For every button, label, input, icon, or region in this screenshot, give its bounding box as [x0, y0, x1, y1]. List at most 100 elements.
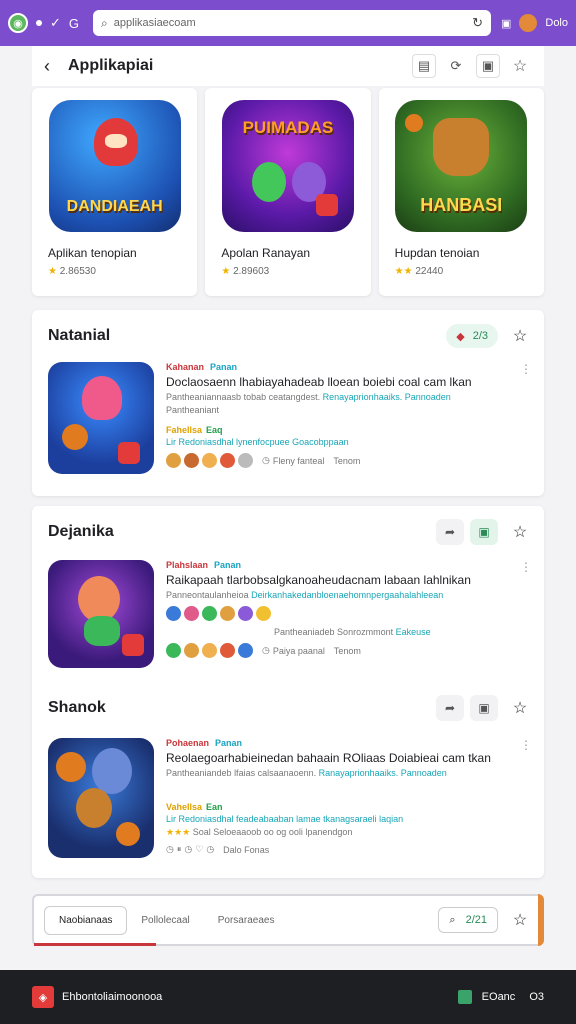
category-tag[interactable]: Panan: [210, 362, 237, 372]
app-highlight[interactable]: Pannoaden: [405, 392, 451, 402]
user-label[interactable]: Dolo: [545, 17, 568, 29]
app-subtitle: Pantheaniandeb lfaias calsaanaoenn.: [166, 768, 317, 778]
brand-logo-icon[interactable]: ◈: [32, 986, 54, 1008]
url-bar[interactable]: ⌕ applikasiaecoam ↻: [93, 10, 491, 36]
app-icon[interactable]: HANBASI: [395, 100, 528, 232]
app-info: Plahslaan Panan Raikapaah tlarbobsalgkano…: [154, 560, 532, 668]
avatar: [220, 453, 235, 468]
avatar: [202, 453, 217, 468]
feature-tag[interactable]: Eaq: [206, 425, 223, 435]
feature-list: Lir Redoniasdhal feadeabaaban lamae tkan…: [166, 814, 404, 824]
search-button[interactable]: ⌕ 2/21: [438, 907, 498, 933]
checkmark-icon[interactable]: ✓: [50, 15, 61, 31]
meta-line: Pantheaniadeb Sonrozmmont Eakeuse: [274, 627, 431, 637]
url-text[interactable]: applikasiaecoam: [114, 17, 472, 29]
bookmark-icon[interactable]: ▣: [470, 519, 498, 545]
app-highlight[interactable]: Deirkanhakedanbloenaehomnpergaahalahleea…: [251, 590, 443, 600]
category-tag[interactable]: Panan: [215, 738, 242, 748]
more-menu-icon[interactable]: ⋮: [520, 738, 532, 752]
pause-icon: ⏸: [176, 844, 182, 854]
app-meta: ◷ Paiya paanal Tenom: [166, 643, 532, 658]
count-pill[interactable]: ◆ 2/3: [446, 324, 498, 348]
app-icon[interactable]: [48, 362, 154, 474]
app-name[interactable]: Apolan Ranayan: [221, 246, 354, 260]
app-highlight[interactable]: Renayaprionhaaiks.: [323, 392, 403, 402]
app-title[interactable]: Raikapaah tlarbobsalgkanoaheudacnam laba…: [166, 573, 532, 587]
category-tag[interactable]: Kahanan: [166, 362, 204, 372]
avatar: [238, 453, 253, 468]
bookmark-icon[interactable]: ▣: [470, 695, 498, 721]
footer-right-text[interactable]: EOanc: [482, 991, 516, 1003]
search-icon: ⌕: [101, 15, 108, 30]
footer-text[interactable]: Ehbontoliaimoonooa: [62, 991, 458, 1003]
app-title[interactable]: Doclaosaenn lhabiayahadeab lloean boiebi…: [166, 375, 532, 389]
meta-text: Tenom: [333, 645, 361, 656]
avatar: [238, 643, 253, 658]
search-icon: ⌕: [449, 913, 456, 926]
featured-card[interactable]: HANBASI Hupdan tenoian ★★ 22440: [378, 88, 544, 296]
featured-apps: DANDIAEAH Aplikan tenopian ★ 2.86530 PUI…: [32, 88, 544, 296]
star-icon[interactable]: ☆: [508, 520, 532, 544]
more-menu-icon[interactable]: ⋮: [520, 362, 532, 376]
tab-first[interactable]: Naobianaas: [44, 905, 128, 935]
section-title: Shanok: [48, 699, 106, 716]
avatar[interactable]: [519, 14, 538, 32]
feature-list: Lir Redoniasdhal lynenfocpuee Goacobppaa…: [166, 437, 349, 447]
app-subtitle: Panneontaulanheioa: [166, 590, 249, 600]
refresh-icon[interactable]: ⟳: [444, 54, 468, 78]
share-icon[interactable]: ➦: [436, 519, 464, 545]
status-icon: [457, 990, 472, 1004]
app-icon[interactable]: DANDIAEAH: [48, 100, 181, 232]
app-highlight[interactable]: Pannoaden: [401, 768, 447, 778]
footer-extra[interactable]: O3: [529, 991, 544, 1003]
google-icon[interactable]: G: [69, 16, 79, 31]
star-icon[interactable]: ☆: [508, 324, 532, 348]
meta-tag[interactable]: Eakeuse: [396, 627, 431, 637]
avatar: [184, 643, 199, 658]
featured-card[interactable]: PUIMADAS Apolan Ranayan ★ 2.89603: [205, 88, 371, 296]
app-name[interactable]: Aplikan tenopian: [48, 246, 181, 260]
star-icon[interactable]: ☆: [508, 54, 532, 78]
feature-tag[interactable]: Vahellsa: [166, 802, 202, 812]
star-icon: ★★★: [166, 827, 191, 837]
clock-icon: ◷: [262, 645, 270, 655]
category-tag[interactable]: Panan: [214, 560, 241, 570]
back-arrow-icon[interactable]: ‹: [44, 56, 50, 77]
star-icon[interactable]: ☆: [508, 908, 532, 932]
star-icon[interactable]: ☆: [508, 696, 532, 720]
category-tag[interactable]: Plahslaan: [166, 560, 208, 570]
rating-line: ★★★ Soal Seloeaaoob oo og ooli lpanendgo…: [166, 827, 353, 837]
app-icon[interactable]: PUIMADAS: [221, 100, 354, 232]
app-section: Natanial ◆ 2/3 ☆ Kahanan Panan Doclaosaen…: [32, 310, 544, 496]
app-rating: ★ 2.89603: [221, 266, 270, 277]
feature-tag[interactable]: Ean: [206, 802, 223, 812]
save-icon[interactable]: ▤: [412, 54, 436, 78]
tab-second[interactable]: Pollolecaal: [127, 907, 203, 934]
app-icon[interactable]: [48, 738, 154, 858]
heart-icon: ♡: [195, 844, 204, 854]
app-title[interactable]: Reolaegoarhabieinedan bahaain ROliaas Do…: [166, 751, 532, 765]
avatar: [184, 453, 199, 468]
share-icon[interactable]: ▣: [476, 54, 500, 78]
share-icon[interactable]: ➦: [436, 695, 464, 721]
more-menu-icon[interactable]: ⋮: [520, 560, 532, 574]
app-section: Dejanika ➦ ▣ ☆ Plahslaan Panan Raikapaah …: [32, 506, 544, 878]
clipboard-icon[interactable]: ▣: [501, 17, 511, 30]
app-icon[interactable]: [48, 560, 154, 668]
app-logo-icon[interactable]: ◉: [8, 13, 28, 33]
avatar: [220, 606, 235, 621]
tab-third[interactable]: Porsaraeaes: [204, 907, 289, 934]
app-meta: ◷ Fleny fanteal Tenom: [166, 453, 532, 468]
category-tag[interactable]: Pohaenan: [166, 738, 209, 748]
feature-tag[interactable]: Fahellsa: [166, 425, 202, 435]
meta-text: Paiya paanal: [272, 645, 325, 656]
app-subtitle: Pantheaniant: [166, 405, 220, 415]
app-highlight[interactable]: Ranayaprionhaaiks.: [319, 768, 399, 778]
search-count: 2/21: [465, 914, 487, 926]
app-name[interactable]: Hupdan tenoian: [395, 246, 528, 260]
reload-icon[interactable]: ↻: [472, 15, 483, 31]
page-title: Applikapiai: [68, 57, 154, 74]
avatar: [202, 643, 217, 658]
app-info: Pohaenan Panan Reolaegoarhabieinedan baha…: [154, 738, 532, 858]
featured-card[interactable]: DANDIAEAH Aplikan tenopian ★ 2.86530: [32, 88, 198, 296]
